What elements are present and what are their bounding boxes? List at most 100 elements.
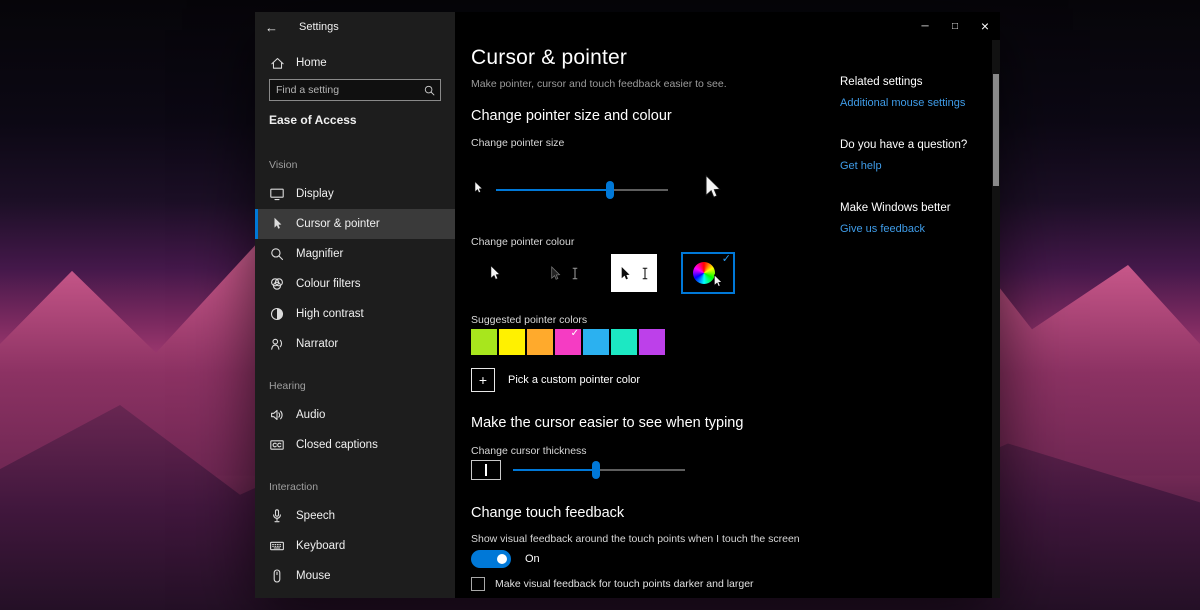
related-settings-column: Related settings Additional mouse settin… — [840, 76, 990, 265]
scrollbar[interactable] — [992, 40, 1000, 598]
give-feedback-link[interactable]: Give us feedback — [840, 223, 990, 235]
back-button[interactable]: ← — [265, 20, 278, 35]
ibeam-icon — [638, 266, 652, 281]
cursor-thickness-label: Change cursor thickness — [471, 445, 863, 458]
pointer-option-custom-colour[interactable]: ✓ — [681, 252, 735, 294]
sidebar-item-label: Home — [296, 57, 327, 69]
category-heading: Ease of Access — [269, 113, 441, 127]
pointer-size-row — [471, 174, 863, 205]
cursor-preview-bar — [485, 464, 487, 476]
plus-icon: + — [471, 368, 495, 392]
ibeam-icon — [568, 266, 582, 281]
close-button[interactable]: × — [970, 12, 1000, 40]
sidebar-item-label: Cursor & pointer — [296, 218, 380, 230]
titlebar: ─ □ × — [455, 12, 1000, 40]
maximize-button[interactable]: □ — [940, 12, 970, 40]
audio-icon — [269, 407, 285, 423]
cursor-pointer-icon — [269, 216, 285, 232]
sidebar-item-label: Display — [296, 188, 334, 200]
darker-feedback-label: Make visual feedback for touch points da… — [495, 578, 754, 590]
inverted-cursor-icon — [617, 266, 632, 281]
sidebar-item-label: High contrast — [296, 308, 364, 320]
sidebar-item-label: Audio — [296, 409, 325, 421]
section-label-vision: Vision — [269, 159, 455, 171]
minimize-button[interactable]: ─ — [910, 12, 940, 40]
display-icon — [269, 186, 285, 202]
sidebar-item-speech[interactable]: Speech — [255, 501, 455, 531]
pointer-option-inverted[interactable] — [611, 254, 657, 292]
cursor-thickness-slider[interactable] — [513, 460, 685, 480]
scrollbar-thumb[interactable] — [993, 74, 999, 186]
toggle-knob — [497, 554, 507, 564]
colour-filters-icon — [269, 276, 285, 292]
get-help-link[interactable]: Get help — [840, 160, 990, 172]
app-title: Settings — [299, 21, 339, 33]
magnifier-icon — [269, 246, 285, 262]
sidebar-item-audio[interactable]: Audio — [255, 400, 455, 430]
selected-indicator — [255, 209, 258, 239]
section-heading-touch-feedback: Change touch feedback — [471, 505, 863, 522]
mouse-icon — [269, 568, 285, 584]
pick-custom-color-label: Pick a custom pointer color — [508, 374, 640, 386]
main-content: Cursor & pointer Make pointer, cursor an… — [455, 40, 1000, 598]
check-icon: ✓ — [722, 252, 731, 265]
window-controls: ─ □ × — [910, 12, 1000, 40]
sidebar-item-colour-filters[interactable]: Colour filters — [255, 269, 455, 299]
sidebar-item-label: Magnifier — [296, 248, 343, 260]
sidebar-item-mouse[interactable]: Mouse — [255, 561, 455, 591]
sidebar-header: ← Settings — [255, 12, 455, 42]
sidebar-item-high-contrast[interactable]: High contrast — [255, 299, 455, 329]
toggle-state-label: On — [525, 553, 540, 565]
pointer-size-slider-thumb[interactable] — [606, 181, 614, 199]
cursor-thickness-slider-thumb[interactable] — [592, 461, 600, 479]
closed-captions-icon — [269, 437, 285, 453]
sidebar-item-display[interactable]: Display — [255, 179, 455, 209]
cursor-thickness-row — [471, 459, 863, 481]
color-swatch-purple[interactable] — [639, 329, 665, 355]
sidebar-item-magnifier[interactable]: Magnifier — [255, 239, 455, 269]
sidebar-item-closed-captions[interactable]: Closed captions — [255, 430, 455, 460]
search-input[interactable] — [270, 84, 418, 96]
color-swatch-blue[interactable] — [583, 329, 609, 355]
sidebar-item-label: Speech — [296, 510, 335, 522]
color-swatch-lime[interactable] — [471, 329, 497, 355]
search-box[interactable] — [269, 79, 441, 101]
sidebar-item-narrator[interactable]: Narrator — [255, 329, 455, 359]
color-swatch-teal[interactable] — [611, 329, 637, 355]
narrator-icon — [269, 336, 285, 352]
sidebar-item-label: Colour filters — [296, 278, 361, 290]
touch-feedback-label: Show visual feedback around the touch po… — [471, 533, 863, 546]
pointer-colour-label: Change pointer colour — [471, 236, 863, 249]
feedback-heading: Make Windows better — [840, 202, 990, 214]
color-swatch-pink-selected[interactable]: ✓ — [555, 329, 581, 355]
pointer-option-black[interactable] — [541, 254, 587, 292]
suggested-color-swatches: ✓ — [471, 329, 863, 355]
section-label-interaction: Interaction — [269, 481, 455, 493]
sidebar-item-label: Closed captions — [296, 439, 378, 451]
page-title: Cursor & pointer — [471, 46, 863, 70]
pointer-option-white[interactable] — [471, 254, 517, 292]
section-heading-cursor-typing: Make the cursor easier to see when typin… — [471, 415, 863, 432]
custom-cursor-icon — [710, 274, 724, 288]
cursor-preview — [471, 460, 501, 480]
sidebar-item-label: Keyboard — [296, 540, 345, 552]
pointer-size-slider[interactable] — [496, 180, 668, 200]
search-icon[interactable] — [418, 84, 440, 97]
pick-custom-color-button[interactable]: + Pick a custom pointer color — [471, 368, 640, 392]
color-swatch-gold[interactable] — [527, 329, 553, 355]
home-icon — [269, 55, 285, 71]
small-cursor-icon — [471, 181, 484, 199]
sidebar-item-cursor-pointer[interactable]: Cursor & pointer — [255, 209, 455, 239]
check-icon: ✓ — [571, 328, 579, 339]
question-heading: Do you have a question? — [840, 139, 990, 151]
sidebar-item-label: Mouse — [296, 570, 331, 582]
darker-feedback-checkbox[interactable] — [471, 577, 485, 591]
touch-feedback-checkbox-row[interactable]: Make visual feedback for touch points da… — [471, 577, 863, 591]
color-swatch-yellow[interactable] — [499, 329, 525, 355]
black-cursor-icon — [547, 266, 562, 281]
additional-mouse-settings-link[interactable]: Additional mouse settings — [840, 97, 990, 109]
sidebar-item-home[interactable]: Home — [255, 50, 455, 76]
settings-window: ─ □ × ← Settings Home Ease of Access Vis… — [255, 12, 1000, 598]
touch-feedback-toggle[interactable] — [471, 550, 511, 568]
sidebar-item-keyboard[interactable]: Keyboard — [255, 531, 455, 561]
